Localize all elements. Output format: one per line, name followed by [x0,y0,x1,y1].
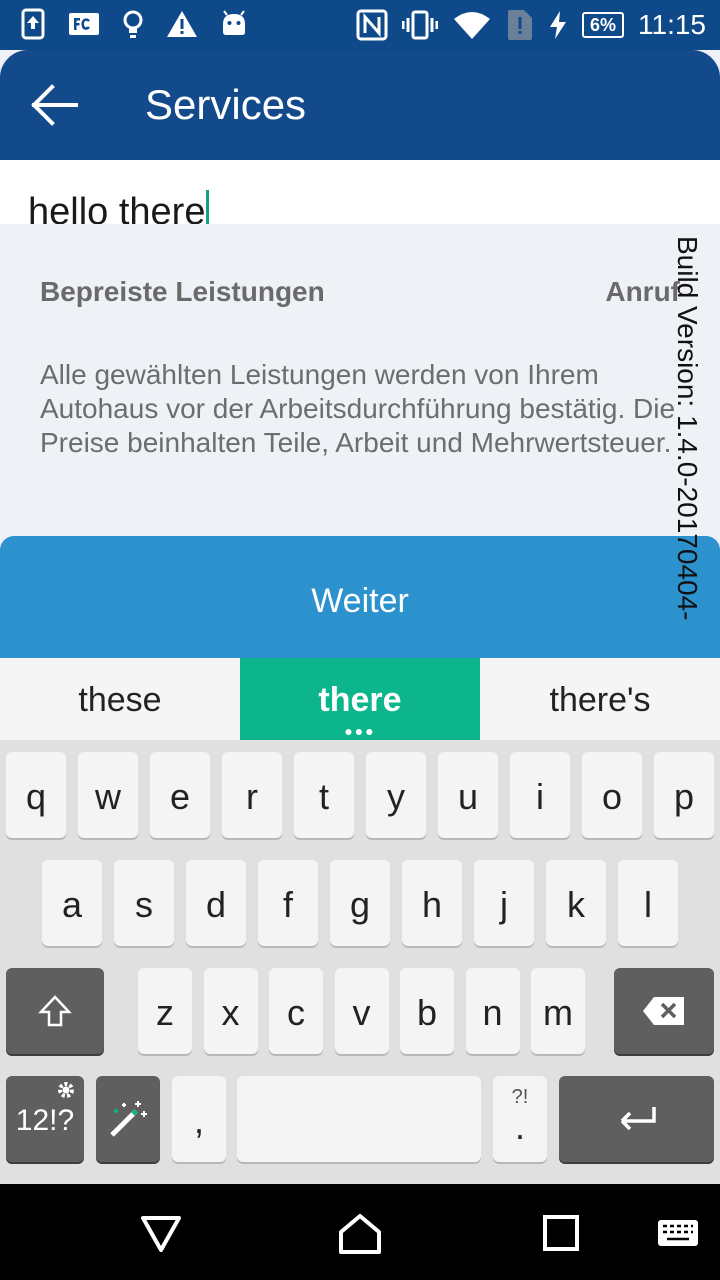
vibrate-icon [401,10,438,40]
period-key-label: . [514,1106,525,1147]
enter-arrow-icon [620,1107,656,1131]
charging-icon [549,11,566,39]
clock: 11:15 [638,9,706,40]
text-input-field[interactable]: hello there [0,160,720,224]
key-d[interactable]: d [186,860,246,946]
nfc-icon [356,9,388,41]
enter-key[interactable] [559,1076,714,1162]
weiter-button[interactable]: Weiter [0,536,720,658]
app-bar: Services [0,50,720,160]
wifi-icon [453,12,490,39]
magic-wand-icon [110,1101,147,1137]
suggestion-label: there [318,681,402,719]
key-u[interactable]: u [438,752,498,838]
fc-app-icon [69,13,99,35]
shift-key[interactable] [6,968,104,1054]
text-input-value: hello there [28,191,206,224]
status-notifications [20,8,248,40]
section-description: Alle gewählten Leistungen werden von Ihr… [40,359,676,458]
symbols-key[interactable]: 12!? [6,1076,84,1162]
content-panel: Bepreiste Leistungen Anruf Alle gewählte… [0,224,720,536]
space-key[interactable] [237,1076,481,1162]
backspace-key[interactable] [614,968,714,1054]
shift-arrow-icon [38,995,72,1027]
key-v[interactable]: v [334,968,389,1054]
key-k[interactable]: k [546,860,606,946]
soft-keyboard: qwertyuiop asdfghjkl zxcvbnm 12!? , ?! . [0,740,720,1184]
back-triangle-icon[interactable] [136,1208,186,1258]
navigation-bar [0,1184,720,1280]
suggestion-item-active[interactable]: there ●●● [240,658,480,740]
sim-alert-icon [507,10,532,40]
key-t[interactable]: t [294,752,354,838]
recents-icon[interactable] [536,1208,586,1258]
suggestion-item[interactable]: there's [480,658,720,740]
text-cursor [206,190,210,224]
key-i[interactable]: i [510,752,570,838]
key-r[interactable]: r [222,752,282,838]
key-q[interactable]: q [6,752,66,838]
status-system: 6% 11:15 [356,8,706,42]
key-c[interactable]: c [269,968,323,1054]
backspace-icon [643,997,684,1025]
key-s[interactable]: s [114,860,174,946]
back-button[interactable] [30,80,84,130]
magic-wand-key[interactable] [96,1076,160,1162]
key-g[interactable]: g [330,860,390,946]
key-h[interactable]: h [402,860,462,946]
key-w[interactable]: w [78,752,138,838]
keyboard-icon[interactable] [656,1208,700,1258]
key-z[interactable]: z [138,968,192,1054]
section-title: Bepreiste Leistungen [40,276,325,307]
suggestion-item[interactable]: these [0,658,240,740]
key-e[interactable]: e [150,752,210,838]
build-version-label: Build Version: 1.4.0-20170404- [672,236,703,621]
period-key[interactable]: ?! . [493,1076,547,1162]
key-j[interactable]: j [474,860,534,946]
status-bar: 6% 11:15 [0,0,720,50]
build-version-container: Build Version: 1.4.0-20170404- [668,236,708,656]
key-n[interactable]: n [465,968,520,1054]
key-f[interactable]: f [258,860,318,946]
page-title: Services [145,81,307,128]
home-icon[interactable] [335,1208,385,1258]
symbols-key-label: 12!? [15,1104,75,1137]
key-y[interactable]: y [366,752,426,838]
upload-icon [21,8,45,40]
battery-indicator: 6% [581,12,624,38]
key-x[interactable]: x [203,968,258,1054]
warning-icon [167,11,197,37]
key-b[interactable]: b [400,968,454,1054]
comma-key[interactable]: , [172,1076,226,1162]
more-suggestions-icon: ●●● [344,723,376,739]
suggestion-bar: these there ●●● there's [0,658,720,740]
android-icon [223,10,245,35]
keyboard-settings-gear-icon [58,1082,74,1098]
key-p[interactable]: p [654,752,714,838]
arrow-left-icon [31,84,78,126]
key-l[interactable]: l [618,860,678,946]
key-a[interactable]: a [42,860,102,946]
key-o[interactable]: o [582,752,642,838]
key-m[interactable]: m [531,968,585,1054]
bulb-icon [123,10,143,38]
